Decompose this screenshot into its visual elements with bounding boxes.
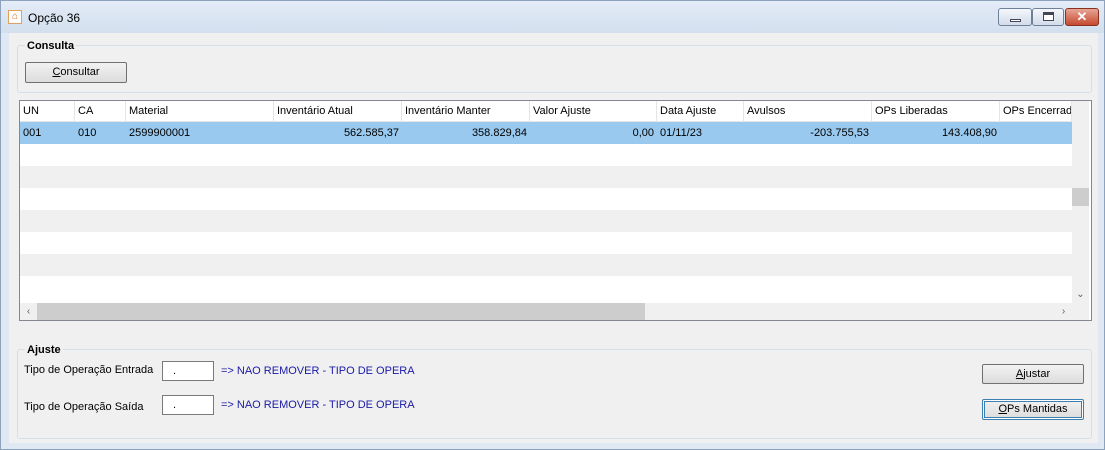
column-header-ca[interactable]: CA (75, 101, 126, 122)
ops-mantidas-button[interactable]: OPs Mantidas (982, 399, 1084, 420)
cell-ca: 010 (78, 127, 97, 139)
ajuste-group-label: Ajuste (25, 344, 63, 356)
column-header-inventario-manter[interactable]: Inventário Manter (402, 101, 530, 122)
maximize-icon (1043, 12, 1054, 21)
close-button[interactable]: ✕ (1065, 8, 1099, 26)
saida-field[interactable]: . (162, 395, 214, 415)
column-header-data-ajuste[interactable]: Data Ajuste (657, 101, 744, 122)
ajustar-button[interactable]: Ajustar (982, 364, 1084, 384)
column-header-material[interactable]: Material (126, 101, 274, 122)
title-bar[interactable]: ⌂ Opção 36 ✕ (1, 1, 1104, 33)
scroll-left-icon[interactable]: ‹ (20, 303, 37, 320)
vertical-scrollbar[interactable]: ⌄ (1072, 101, 1089, 303)
column-header-inventario-atual[interactable]: Inventário Atual (274, 101, 402, 122)
saida-hint: => NAO REMOVER - TIPO DE OPERACAO (221, 399, 415, 411)
cell-data-ajuste: 01/11/23 (660, 127, 703, 139)
column-header-avulsos[interactable]: Avulsos (744, 101, 872, 122)
table-row[interactable]: 001 010 2599900001 562.585,37 358.829,84… (20, 122, 1072, 144)
close-icon: ✕ (1076, 9, 1088, 24)
consultar-button[interactable]: Consultar (25, 62, 127, 83)
entrada-label: Tipo de Operação Entrada (24, 364, 154, 376)
empty-row (20, 232, 1072, 254)
app-icon[interactable]: ⌂ (8, 10, 22, 24)
empty-row (20, 254, 1072, 276)
cell-avulsos: -203.755,53 (810, 127, 869, 139)
ops-mantidas-mnemonic: O (998, 403, 1008, 415)
empty-row (20, 144, 1072, 166)
empty-row (20, 166, 1072, 188)
app-window: ⌂ Opção 36 ✕ Consulta Consultar UN CA Ma… (0, 0, 1105, 450)
empty-row (20, 276, 1072, 298)
vertical-scroll-thumb[interactable] (1072, 188, 1089, 206)
scroll-down-icon[interactable]: ⌄ (1072, 286, 1089, 303)
minimize-button[interactable] (998, 8, 1032, 26)
horizontal-scroll-thumb[interactable] (37, 303, 645, 320)
column-header-ops-liberadas[interactable]: OPs Liberadas (872, 101, 1000, 122)
empty-row (20, 210, 1072, 232)
scrollbar-corner (1072, 303, 1089, 320)
consulta-group (17, 45, 1092, 93)
ops-mantidas-label: Ps Mantidas (1007, 403, 1068, 415)
column-header-un[interactable]: UN (20, 101, 75, 122)
form-body: Consulta Consultar UN CA Material Invent… (9, 33, 1098, 443)
entrada-hint: => NAO REMOVER - TIPO DE OPERACAO (221, 365, 415, 377)
window-title: Opção 36 (28, 11, 81, 25)
consulta-group-label: Consulta (25, 40, 77, 52)
maximize-button[interactable] (1032, 8, 1064, 26)
horizontal-scrollbar[interactable]: ‹ › (20, 303, 1072, 320)
column-header-valor-ajuste[interactable]: Valor Ajuste (530, 101, 657, 122)
consultar-label: onsultar (60, 66, 100, 78)
scroll-right-icon[interactable]: › (1055, 303, 1072, 320)
ajustar-label: justar (1023, 368, 1051, 380)
cell-un: 001 (23, 127, 42, 139)
cell-inventario-manter: 358.829,84 (471, 127, 527, 139)
cell-ops-encerradas (1000, 122, 1072, 144)
cell-valor-ajuste: 0,00 (632, 127, 654, 139)
empty-row (20, 188, 1072, 210)
cell-ops-liberadas: 143.408,90 (941, 127, 997, 139)
saida-label: Tipo de Operação Saída (24, 401, 144, 413)
cell-material: 2599900001 (129, 127, 191, 139)
entrada-field[interactable]: . (162, 361, 214, 381)
minimize-icon (1010, 19, 1021, 22)
cell-inventario-atual: 562.585,37 (343, 127, 399, 139)
column-header-ops-encerradas[interactable]: OPs Encerrad (1000, 101, 1072, 122)
data-grid[interactable]: UN CA Material Inventário Atual Inventár… (19, 100, 1092, 321)
